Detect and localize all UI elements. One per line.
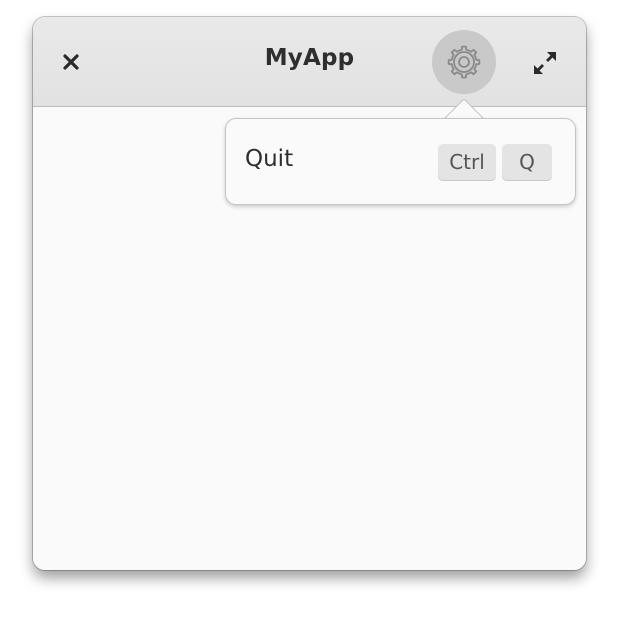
app-menu-popover: Quit Ctrl Q [225, 118, 576, 205]
shortcut-key-ctrl: Ctrl [438, 144, 496, 180]
maximize-icon [534, 52, 556, 74]
menu-button[interactable] [432, 30, 496, 94]
quit-label: Quit [245, 146, 294, 172]
app-window: MyApp [33, 17, 586, 570]
window-title: MyApp [264, 45, 355, 71]
headerbar: MyApp [33, 17, 586, 107]
popover-arrow [444, 99, 484, 119]
maximize-button[interactable] [530, 48, 560, 78]
shortcut-key-q: Q [502, 144, 552, 180]
gear-icon [447, 45, 481, 79]
